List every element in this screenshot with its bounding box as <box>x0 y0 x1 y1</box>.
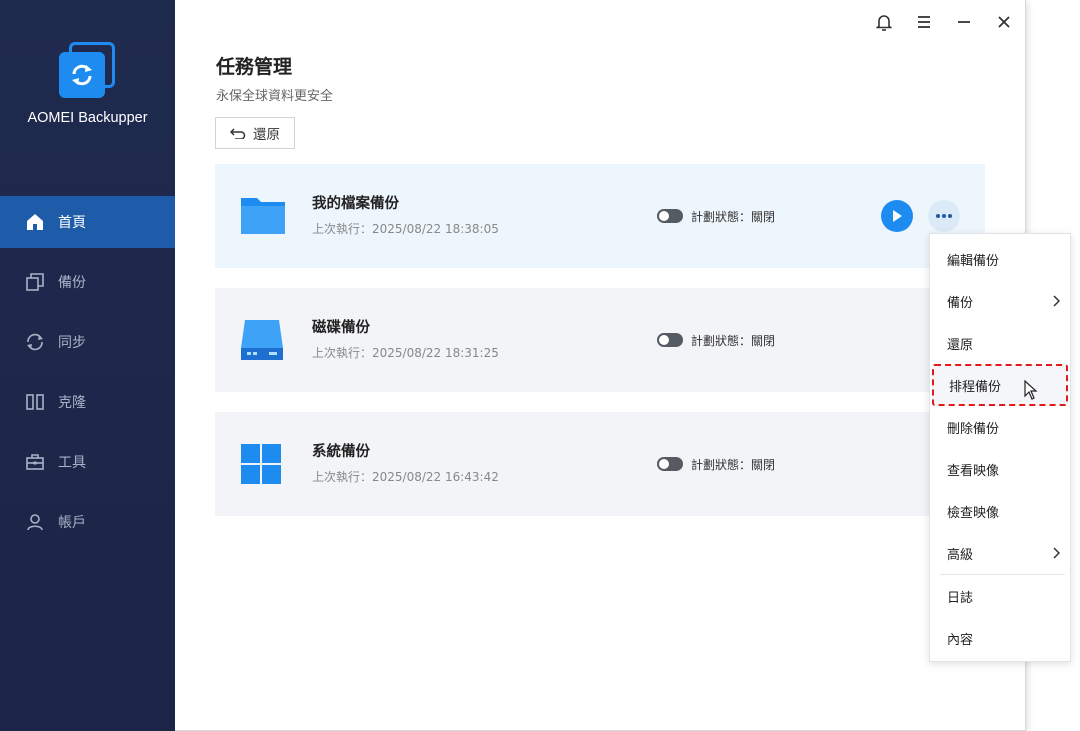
sidebar-nav: 首頁 備份 同步 克隆 工具 帳戶 <box>0 196 175 556</box>
sidebar-item-label: 帳戶 <box>58 515 86 531</box>
folder-icon <box>239 194 287 238</box>
menu-item-edit-backup[interactable]: 編輯備份 <box>930 238 1070 280</box>
window-controls <box>872 10 1032 34</box>
task-last-run: 上次執行：2025/08/22 16:43:42 <box>312 470 499 484</box>
disk-icon <box>239 318 287 362</box>
sidebar-item-label: 克隆 <box>58 395 86 411</box>
menu-item-explore-image[interactable]: 查看映像 <box>930 448 1070 490</box>
menu-item-advanced[interactable]: 高級 <box>930 532 1070 574</box>
sidebar-item-backup[interactable]: 備份 <box>0 256 175 308</box>
menu-item-logs[interactable]: 日誌 <box>930 575 1070 617</box>
more-options-button[interactable] <box>928 200 960 232</box>
menu-item-backup[interactable]: 備份 <box>930 280 1070 322</box>
backup-icon <box>24 271 46 293</box>
schedule-toggle[interactable] <box>657 457 683 471</box>
more-icon <box>936 214 952 218</box>
play-icon <box>893 210 902 222</box>
menu-item-label: 日誌 <box>947 590 974 606</box>
task-name: 磁碟備份 <box>312 320 370 336</box>
close-icon[interactable] <box>992 10 1016 34</box>
menu-item-label: 內容 <box>947 632 974 648</box>
brand-name: AOMEI Backupper <box>27 110 148 126</box>
app-window: AOMEI Backupper 首頁 備份 同步 克隆 工具 帳戶 任務管理 永… <box>0 0 1026 731</box>
schedule-status: 計劃狀態：關閉 <box>691 210 776 224</box>
schedule-status: 計劃狀態：關閉 <box>691 334 776 348</box>
sidebar-item-sync[interactable]: 同步 <box>0 316 175 368</box>
sidebar-item-clone[interactable]: 克隆 <box>0 376 175 428</box>
menu-item-label: 排程備份 <box>949 379 1002 395</box>
menu-item-label: 備份 <box>947 295 974 311</box>
menu-icon[interactable] <box>912 10 936 34</box>
task-name: 我的檔案備份 <box>312 196 399 212</box>
menu-item-delete-backup[interactable]: 刪除備份 <box>930 406 1070 448</box>
restore-label: 還原 <box>253 127 280 143</box>
sidebar-item-label: 同步 <box>58 335 86 351</box>
home-icon <box>24 211 46 233</box>
sidebar-item-label: 工具 <box>58 455 86 471</box>
sidebar-item-tools[interactable]: 工具 <box>0 436 175 488</box>
undo-icon <box>230 128 246 139</box>
context-menu: 編輯備份 備份 還原 排程備份 刪除備份 查看映像 檢查映像 高級 日誌 內容 <box>929 233 1071 662</box>
menu-item-label: 編輯備份 <box>947 253 1000 269</box>
schedule-toggle[interactable] <box>657 209 683 223</box>
restore-button[interactable]: 還原 <box>215 117 295 149</box>
page-subtitle: 永保全球資料更安全 <box>216 89 334 104</box>
tools-icon <box>24 451 46 473</box>
menu-item-label: 高級 <box>947 547 974 563</box>
menu-item-label: 還原 <box>947 337 974 353</box>
menu-item-check-image[interactable]: 檢查映像 <box>930 490 1070 532</box>
task-card[interactable]: 磁碟備份 上次執行：2025/08/22 18:31:25 計劃狀態：關閉 <box>215 288 985 392</box>
sidebar-item-label: 首頁 <box>58 215 86 231</box>
minimize-icon[interactable] <box>952 10 976 34</box>
task-card[interactable]: 系統備份 上次執行：2025/08/22 16:43:42 計劃狀態：關閉 <box>215 412 985 516</box>
sidebar-item-home[interactable]: 首頁 <box>0 196 175 248</box>
sidebar: AOMEI Backupper 首頁 備份 同步 克隆 工具 帳戶 <box>0 0 175 731</box>
sync-logo-icon <box>59 52 105 98</box>
menu-item-label: 查看映像 <box>947 463 1000 479</box>
menu-item-restore[interactable]: 還原 <box>930 322 1070 364</box>
app-logo <box>59 42 117 100</box>
clone-icon <box>24 391 46 413</box>
mouse-cursor-icon <box>1024 380 1038 400</box>
task-card[interactable]: 我的檔案備份 上次執行：2025/08/22 18:38:05 計劃狀態：關閉 <box>215 164 985 268</box>
task-last-run: 上次執行：2025/08/22 18:31:25 <box>312 346 499 360</box>
menu-item-label: 檢查映像 <box>947 505 1000 521</box>
sync-icon <box>24 331 46 353</box>
account-icon <box>24 511 46 533</box>
menu-item-label: 刪除備份 <box>947 421 1000 437</box>
page-title: 任務管理 <box>216 56 293 78</box>
sidebar-item-account[interactable]: 帳戶 <box>0 496 175 548</box>
windows-icon <box>239 442 287 486</box>
run-task-button[interactable] <box>881 200 913 232</box>
menu-item-schedule-backup[interactable]: 排程備份 <box>932 364 1068 406</box>
chevron-right-icon <box>1053 295 1060 307</box>
chevron-right-icon <box>1053 547 1060 559</box>
schedule-toggle[interactable] <box>657 333 683 347</box>
schedule-status: 計劃狀態：關閉 <box>691 458 776 472</box>
menu-item-properties[interactable]: 內容 <box>930 617 1070 659</box>
sidebar-item-label: 備份 <box>58 275 86 291</box>
bell-icon[interactable] <box>872 10 896 34</box>
task-last-run: 上次執行：2025/08/22 18:38:05 <box>312 222 499 236</box>
task-name: 系統備份 <box>312 444 370 460</box>
